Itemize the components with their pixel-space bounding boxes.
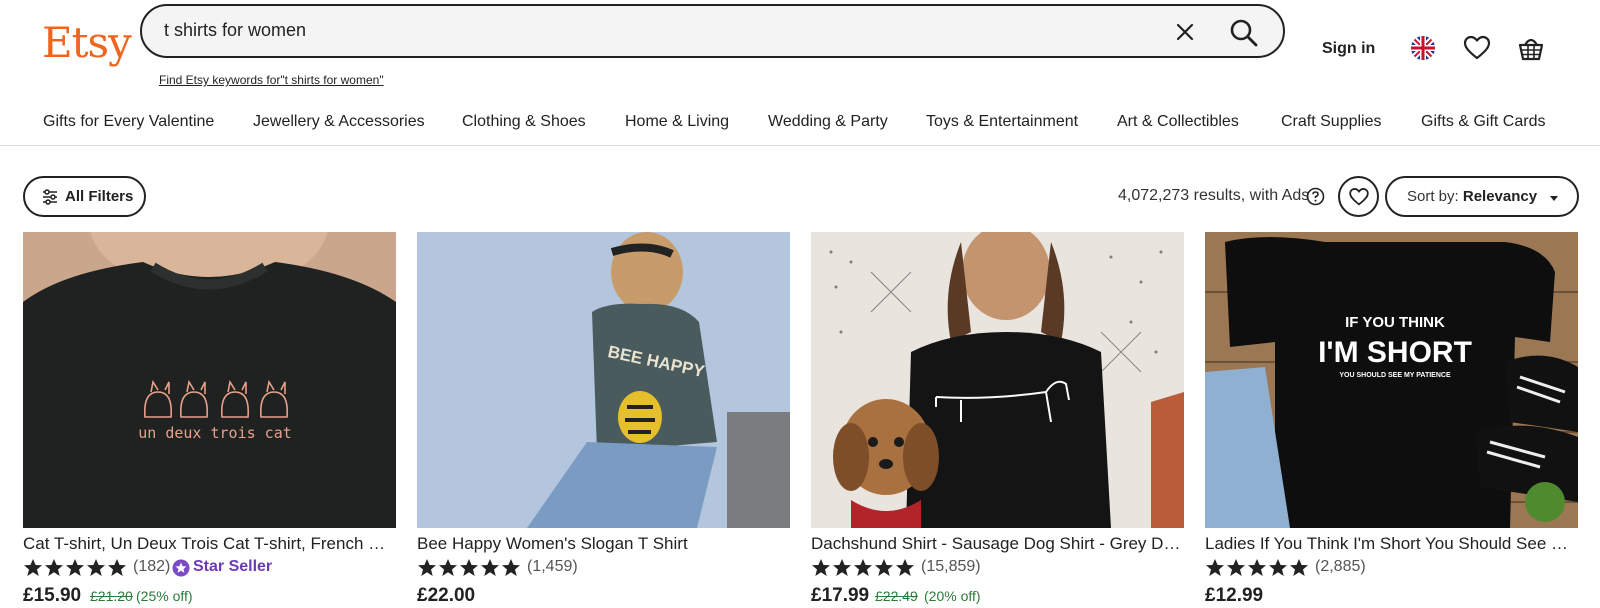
original-price: £22.49 (875, 588, 918, 604)
original-price: £21.20 (90, 588, 133, 604)
sort-dropdown[interactable]: Sort by: Relevancy (1385, 176, 1579, 217)
category-nav: Gifts for Every Valentine Jewellery & Ac… (0, 100, 1600, 146)
five-star-rating-icon (1206, 559, 1308, 576)
listing-image[interactable]: BEE HAPPY (417, 232, 790, 528)
star-seller-badge-icon (172, 559, 190, 577)
close-icon[interactable] (1171, 18, 1199, 46)
listing-image[interactable] (811, 232, 1184, 528)
search-input[interactable] (164, 20, 1124, 41)
sign-in-link[interactable]: Sign in (1322, 40, 1375, 58)
search-icon[interactable] (1227, 16, 1261, 50)
review-count: (1,459) (527, 558, 578, 575)
category-gifts-cards[interactable]: Gifts & Gift Cards (1421, 113, 1545, 131)
shirt-print-line3: YOU SHOULD SEE MY PATIENCE (1339, 372, 1451, 379)
listing-image[interactable]: un deux trois cat (23, 232, 396, 528)
five-star-rating-icon (24, 559, 126, 576)
shirt-print-text: un deux trois cat (138, 424, 292, 442)
category-gifts-valentine[interactable]: Gifts for Every Valentine (43, 113, 214, 131)
all-filters-button[interactable]: All Filters (23, 176, 146, 217)
listing-price: £15.90 (23, 585, 82, 606)
listing-card[interactable]: BEE HAPPY Bee Happy Women's Slogan T Shi… (417, 232, 790, 608)
listing-title[interactable]: Ladies If You Think I'm Short You Should… (1205, 534, 1578, 554)
category-toys[interactable]: Toys & Entertainment (926, 113, 1078, 131)
category-wedding[interactable]: Wedding & Party (768, 113, 888, 131)
search-bar (140, 4, 1285, 58)
discount-label: (25% off) (136, 588, 193, 604)
review-count: (182) (133, 558, 171, 575)
listing-card[interactable]: IF YOU THINK I'M SHORT YOU SHOULD SEE MY… (1205, 232, 1578, 608)
listing-title[interactable]: Dachshund Shirt - Sausage Dog Shirt - Gr… (811, 534, 1184, 554)
results-count: 4,072,273 results, with Ads (1118, 187, 1310, 204)
review-count: (15,859) (921, 558, 981, 575)
shirt-print-line2: I'M SHORT (1318, 336, 1472, 369)
uk-flag-icon[interactable] (1408, 33, 1438, 63)
listing-title[interactable]: Cat T-shirt, Un Deux Trois Cat T-shirt, … (23, 534, 396, 554)
star-seller-badge: Star Seller (193, 558, 273, 575)
find-keywords-link[interactable]: Find Etsy keywords for"t shirts for wome… (159, 73, 384, 87)
review-count: (2,885) (1315, 558, 1366, 575)
listing-price: £12.99 (1205, 585, 1264, 606)
save-search-button[interactable] (1338, 176, 1379, 217)
sort-value: Relevancy (1462, 188, 1538, 205)
discount-label: (20% off) (924, 588, 981, 604)
listing-title[interactable]: Bee Happy Women's Slogan T Shirt (417, 534, 790, 554)
five-star-rating-icon (812, 559, 914, 576)
category-craft[interactable]: Craft Supplies (1281, 113, 1382, 131)
all-filters-label: All Filters (65, 188, 134, 205)
category-jewellery[interactable]: Jewellery & Accessories (253, 113, 425, 131)
listing-price: £17.99 (811, 585, 870, 606)
heart-icon[interactable] (1462, 33, 1492, 63)
etsy-logo[interactable]: Etsy (42, 22, 132, 64)
five-star-rating-icon (418, 559, 520, 576)
category-clothing[interactable]: Clothing & Shoes (462, 113, 586, 131)
listing-price: £22.00 (417, 585, 476, 606)
help-icon[interactable] (1306, 187, 1325, 206)
shirt-print-line1: IF YOU THINK (1345, 314, 1445, 331)
listing-image[interactable]: IF YOU THINK I'M SHORT YOU SHOULD SEE MY… (1205, 232, 1578, 528)
listing-card[interactable]: un deux trois cat Cat T-shirt, Un Deux T… (23, 232, 396, 608)
chevron-down-icon (1550, 196, 1558, 201)
sort-label: Sort by: Relevancy (1407, 188, 1538, 205)
listing-card[interactable]: Dachshund Shirt - Sausage Dog Shirt - Gr… (811, 232, 1184, 608)
filter-sliders-icon (43, 189, 57, 205)
heart-icon (1349, 188, 1369, 206)
basket-icon[interactable] (1516, 33, 1546, 63)
category-home-living[interactable]: Home & Living (625, 113, 729, 131)
category-art[interactable]: Art & Collectibles (1117, 113, 1239, 131)
